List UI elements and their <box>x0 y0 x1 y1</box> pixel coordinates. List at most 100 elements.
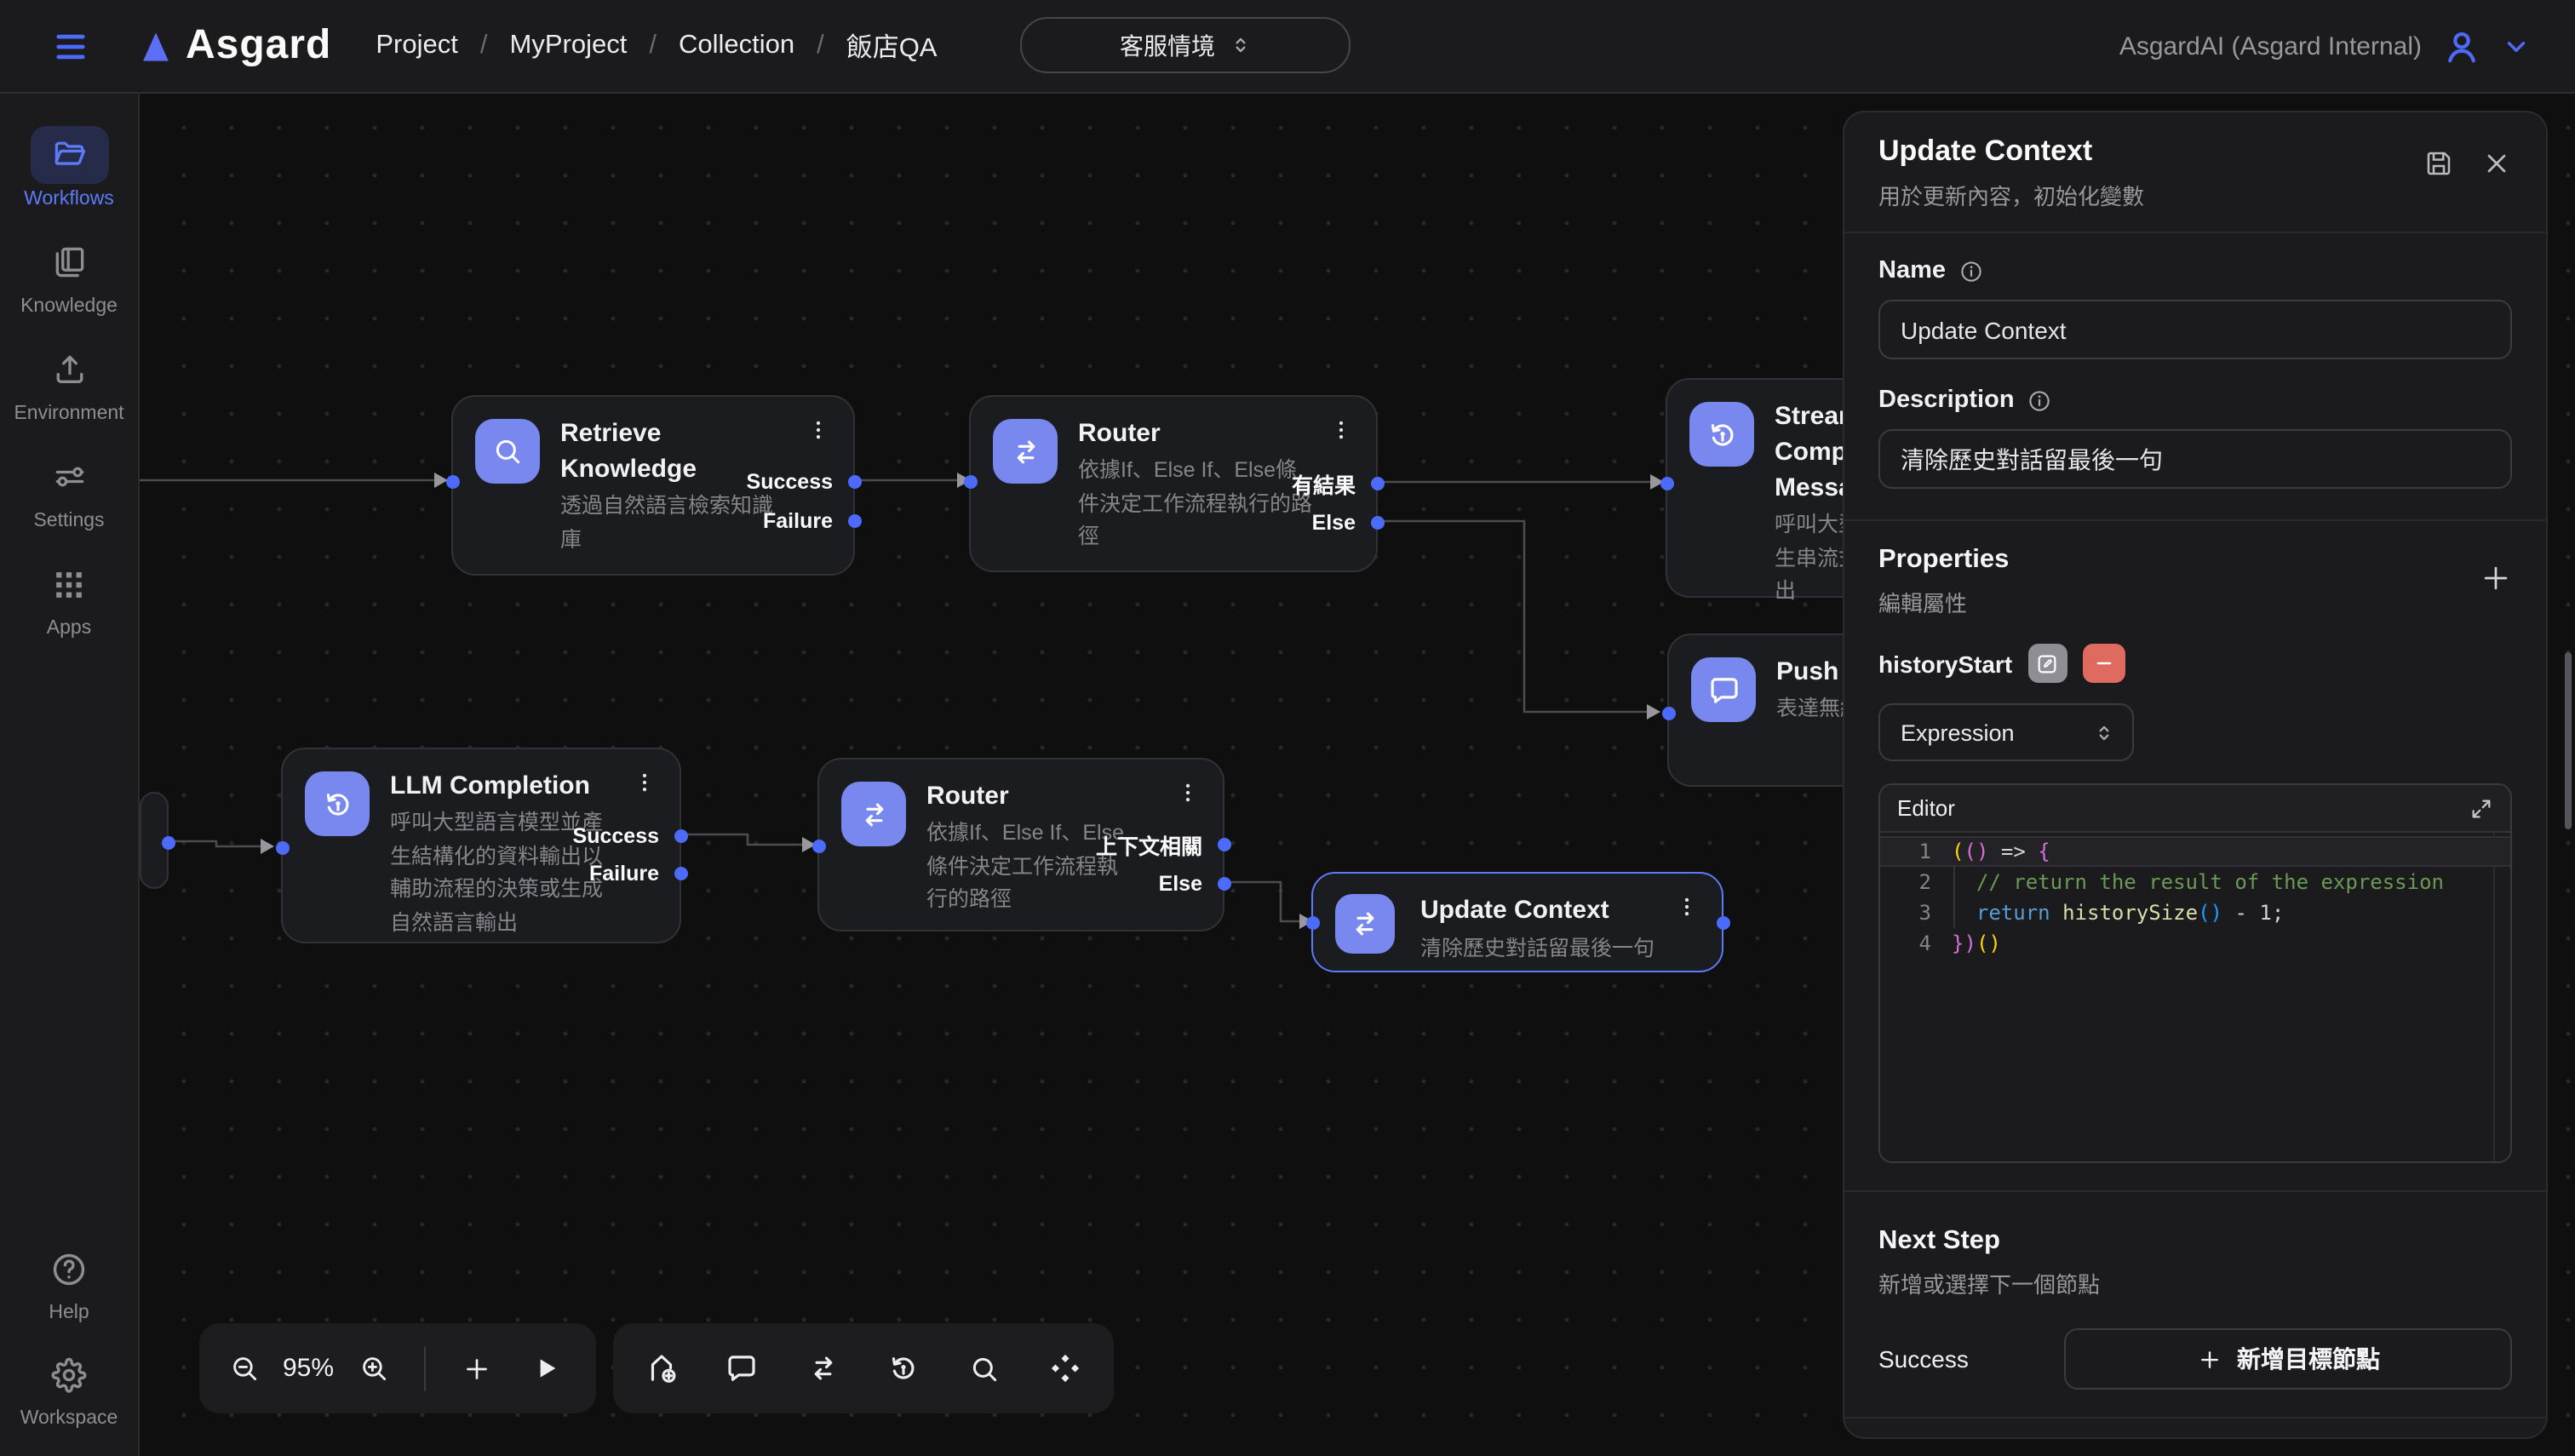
output-port-Failure[interactable] <box>847 514 861 528</box>
sidebar-item-help[interactable]: Help <box>8 1240 130 1323</box>
panel-subtitle: 用於更新內容，初始化變數 <box>1878 179 2144 211</box>
line-code: })() <box>1952 928 2001 959</box>
sidebar-item-workspace[interactable]: Workspace <box>8 1345 130 1429</box>
workflow-node-router-1[interactable]: Router依據If、Else If、Else條件決定工作流程執行的路徑有結果E… <box>969 395 1378 572</box>
sidebar-item-label: Apps <box>47 618 91 639</box>
add-target-node-button[interactable]: 新增目標節點 <box>2064 1328 2512 1390</box>
name-label: Name <box>1878 257 1946 284</box>
node-menu-icon[interactable] <box>806 417 831 443</box>
input-port[interactable] <box>963 475 977 489</box>
output-label: Failure <box>589 862 659 886</box>
description-input[interactable] <box>1878 429 2512 489</box>
sidebar-item-label: Help <box>49 1303 89 1323</box>
account-chevron-down-icon[interactable] <box>2502 32 2531 60</box>
page-scrollbar-thumb[interactable] <box>2565 652 2572 829</box>
breadcrumb-item[interactable]: MyProject <box>510 31 628 61</box>
property-type-select[interactable]: Expression <box>1878 703 2134 761</box>
sidebar-item-knowledge[interactable]: Knowledge <box>8 233 130 317</box>
palette-swap-icon[interactable] <box>789 1334 857 1402</box>
workflow-node-retrieve-knowledge[interactable]: RetrieveKnowledge透過自然語言檢索知識庫SuccessFailu… <box>451 395 855 576</box>
editor-line-2[interactable]: 2 // return the result of the expression <box>1880 867 2510 897</box>
palette-search-icon[interactable] <box>951 1334 1019 1402</box>
node-title: Router <box>926 778 1009 814</box>
workflow-node-llm-completion[interactable]: LLM Completion呼叫大型語言模型並產生結構化的資料輸出以輔助流程的決… <box>281 748 681 943</box>
input-port[interactable] <box>811 840 825 853</box>
account-label: AsgardAI (Asgard Internal) <box>2119 32 2422 60</box>
sidebar-item-apps[interactable]: Apps <box>8 555 130 639</box>
zoom-out-icon[interactable] <box>209 1334 278 1402</box>
edit-property-button[interactable] <box>2027 644 2067 683</box>
palette-add-node-icon[interactable] <box>627 1334 695 1402</box>
add-property-icon[interactable] <box>2480 562 2512 594</box>
output-port-Success[interactable] <box>847 475 861 489</box>
canvas-zoom-toolbar: 95% <box>199 1323 596 1413</box>
node-menu-icon[interactable] <box>1328 417 1354 443</box>
palette-bubble-icon[interactable] <box>708 1334 776 1402</box>
output-label: Success <box>573 824 659 848</box>
add-icon[interactable] <box>443 1334 511 1402</box>
breadcrumb-item[interactable]: 飯店QA <box>846 27 938 65</box>
top-bar: Asgard Project/MyProject/Collection/飯店QA… <box>0 0 2575 94</box>
output-port-上下文相關[interactable] <box>1217 838 1230 851</box>
add-target-node-label: 新增目標節點 <box>2237 1342 2380 1376</box>
workflow-node-update-context[interactable]: Update Context清除歷史對話留最後一句 <box>1311 872 1723 972</box>
run-workflow-icon[interactable] <box>511 1334 579 1402</box>
name-input[interactable] <box>1878 300 2512 359</box>
swap-icon <box>856 796 892 832</box>
editor-line-3[interactable]: 3 return historySize() - 1; <box>1880 897 2510 928</box>
brand-name: Asgard <box>186 22 331 70</box>
workflow-node-offscreen-node[interactable] <box>140 792 169 889</box>
code-area[interactable]: 1(() => {2 // return the result of the e… <box>1880 833 2510 1161</box>
sidebar-item-label: Settings <box>33 511 104 531</box>
breadcrumb-item[interactable]: Project <box>376 31 458 61</box>
environment-selector[interactable]: 客服情境 <box>1020 17 1351 73</box>
close-icon[interactable] <box>2481 148 2512 179</box>
editor-line-4[interactable]: 4})() <box>1880 928 2510 959</box>
node-menu-icon[interactable] <box>1175 780 1201 805</box>
bubble-icon <box>1706 672 1741 708</box>
asgard-triangle-logo-icon <box>138 28 174 64</box>
output-port[interactable] <box>1716 916 1729 930</box>
breadcrumb-item[interactable]: Collection <box>679 31 794 61</box>
output-port[interactable] <box>161 836 175 850</box>
folder-icon <box>50 136 88 174</box>
info-icon[interactable] <box>2027 387 2052 413</box>
account-area[interactable]: AsgardAI (Asgard Internal) <box>2119 0 2531 92</box>
output-port-Success[interactable] <box>674 829 687 843</box>
node-title: LLM Completion <box>390 768 590 804</box>
zoom-in-icon[interactable] <box>339 1334 407 1402</box>
palette-cluster-icon[interactable] <box>1032 1334 1100 1402</box>
input-port[interactable] <box>1660 477 1673 490</box>
sidebar-item-label: Workflows <box>24 189 114 209</box>
save-icon[interactable] <box>2423 148 2454 179</box>
output-port-有結果[interactable] <box>1370 477 1384 490</box>
node-menu-icon[interactable] <box>632 770 657 795</box>
output-port-Else[interactable] <box>1370 516 1384 530</box>
sidebar-item-settings[interactable]: Settings <box>8 448 130 531</box>
hamburger-menu-icon[interactable] <box>51 30 90 62</box>
info-icon[interactable] <box>1958 258 1983 284</box>
grid-icon <box>51 566 87 602</box>
panel-next-step-section: Next Step 新增或選擇下一個節點 Success 新增目標節點 <box>1844 1192 2546 1419</box>
editor-line-1[interactable]: 1(() => { <box>1880 836 2510 867</box>
input-port[interactable] <box>275 841 289 855</box>
output-port-Else[interactable] <box>1217 877 1230 891</box>
line-number: 3 <box>1880 897 1952 928</box>
sidebar-item-environment[interactable]: Environment <box>8 341 130 424</box>
workflow-node-router-2[interactable]: Router依據If、Else If、Else條件決定工作流程執行的路徑上下文相… <box>817 758 1224 931</box>
node-menu-icon[interactable] <box>1674 894 1700 920</box>
user-icon[interactable] <box>2442 26 2481 66</box>
remove-property-button[interactable] <box>2082 644 2125 683</box>
input-port[interactable] <box>1305 916 1319 930</box>
node-description: 呼叫大型語言模型並產生結構化的資料輸出以輔助流程的決策或生成自然語言輸出 <box>390 807 603 940</box>
output-port-Failure[interactable] <box>674 867 687 880</box>
input-port[interactable] <box>1661 707 1675 720</box>
node-title: RetrieveKnowledge <box>560 416 697 487</box>
next-step-subtitle: 新增或選擇下一個節點 <box>1878 1267 2100 1299</box>
palette-llm-icon[interactable] <box>870 1334 938 1402</box>
input-port[interactable] <box>445 475 459 489</box>
brand-logo[interactable]: Asgard <box>138 22 331 70</box>
sidebar-item-workflows[interactable]: Workflows <box>8 126 130 209</box>
expand-editor-icon[interactable] <box>2469 796 2493 820</box>
node-description: 依據If、Else If、Else條件決定工作流程執行的路徑 <box>1078 455 1312 554</box>
